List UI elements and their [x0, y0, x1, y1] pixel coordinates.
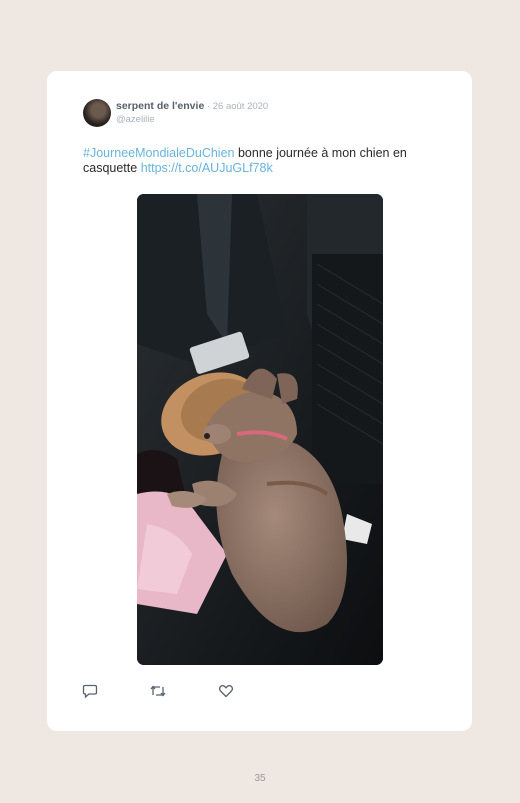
- hashtag-link[interactable]: #JourneeMondialeDuChien: [83, 146, 235, 160]
- retweet-icon[interactable]: [149, 683, 169, 703]
- page-number: 35: [254, 773, 266, 784]
- tweet-card: serpent de l'envie · 26 août 2020 @azeli…: [47, 71, 472, 731]
- reply-icon[interactable]: [82, 683, 102, 703]
- author-handle[interactable]: @azelilie: [116, 113, 268, 126]
- dog-photo-illustration: [137, 194, 383, 665]
- avatar[interactable]: [83, 99, 111, 127]
- heart-icon[interactable]: [218, 683, 238, 703]
- tweet-date[interactable]: 26 août 2020: [213, 101, 268, 112]
- tweet-actions: [47, 683, 472, 703]
- date-separator: ·: [204, 101, 213, 112]
- tweet-photo[interactable]: [137, 194, 383, 665]
- tweet-text: #JourneeMondialeDuChien bonne journée à …: [83, 146, 443, 176]
- tweet-header: serpent de l'envie · 26 août 2020 @azeli…: [116, 100, 268, 126]
- author-name[interactable]: serpent de l'envie: [116, 100, 204, 112]
- tweet-link[interactable]: https://t.co/AUJuGLf78k: [141, 161, 273, 175]
